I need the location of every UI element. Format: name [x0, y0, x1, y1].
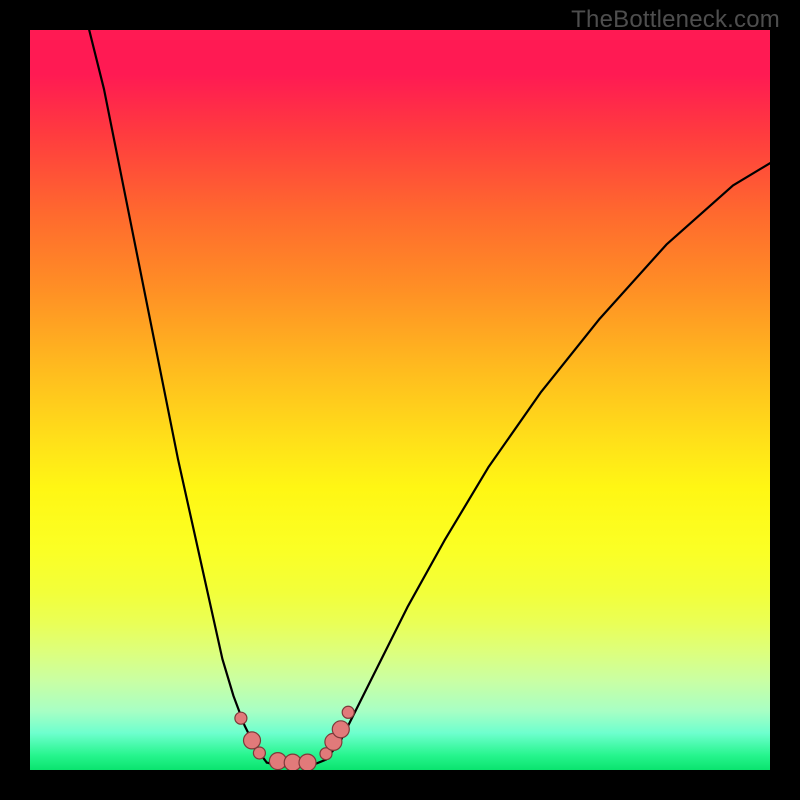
data-marker [299, 754, 316, 770]
chart-svg [30, 30, 770, 770]
plot-area [30, 30, 770, 770]
data-marker [235, 712, 247, 724]
outer-frame: TheBottleneck.com [0, 0, 800, 800]
data-marker [253, 747, 265, 759]
marker-group [235, 706, 354, 770]
data-marker [342, 706, 354, 718]
data-marker [244, 732, 261, 749]
data-marker [332, 721, 349, 738]
curve-left [89, 30, 267, 763]
curve-right [326, 163, 770, 759]
